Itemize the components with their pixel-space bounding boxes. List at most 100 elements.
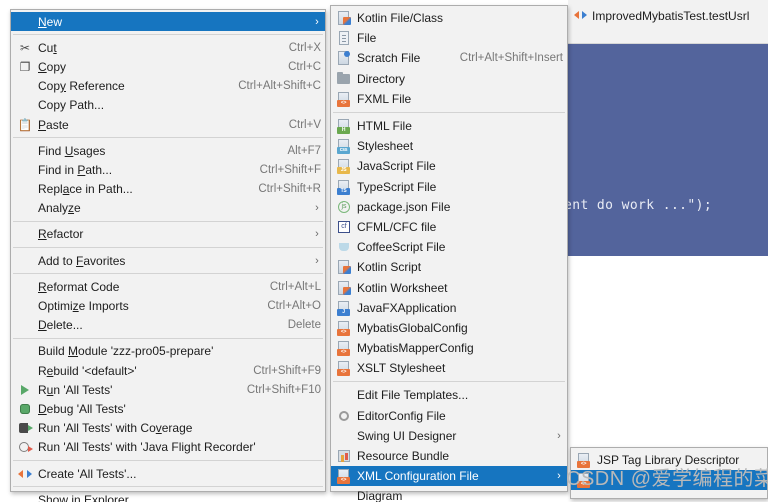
menu-item-label: Kotlin Script: [357, 260, 422, 275]
menu-item-label: File: [357, 31, 377, 46]
menu-item-label: Rebuild '<default>': [38, 363, 137, 378]
new-item-mybatisglobalconfig[interactable]: <> MybatisGlobalConfig: [331, 318, 567, 338]
menu-item-show-in-explorer[interactable]: Show in Explorer: [11, 490, 325, 502]
editor-code-line: ent do work ...");: [564, 198, 713, 213]
new-item-edit-file-templates[interactable]: Edit File Templates...: [331, 385, 567, 405]
menu-item-label: Swing UI Designer: [357, 428, 457, 443]
new-item-typescript-file[interactable]: TS TypeScript File: [331, 177, 567, 197]
menu-item-new[interactable]: New ›: [11, 12, 325, 32]
menu-item-label: Find Usages: [38, 143, 106, 158]
xml-file-icon: <>: [576, 472, 592, 488]
menu-item-label: Edit File Templates...: [357, 388, 469, 403]
new-item-coffeescript-file[interactable]: CoffeeScript File: [331, 237, 567, 257]
menu-separator: [13, 247, 323, 249]
no-icon: [17, 162, 33, 178]
editor-selected-region[interactable]: ent do work ...");: [564, 44, 768, 256]
menu-item-label: Delete...: [38, 318, 83, 333]
menu-item-find-in-path[interactable]: Find in Path... Ctrl+Shift+F: [11, 160, 325, 179]
menu-item-label: Refactor: [38, 227, 84, 242]
menu-item-copy-path[interactable]: Copy Path...: [11, 96, 325, 115]
menu-separator: [13, 486, 323, 488]
run-config-icon: [574, 9, 587, 22]
menu-item-refactor[interactable]: Refactor ›: [11, 225, 325, 244]
new-item-resource-bundle[interactable]: Resource Bundle: [331, 446, 567, 466]
menu-item-shortcut: Ctrl+Alt+L: [269, 280, 321, 293]
menu-item-label: Cut: [38, 40, 57, 55]
no-icon: [17, 253, 33, 269]
menu-item-replace-in-path[interactable]: Replace in Path... Ctrl+Shift+R: [11, 180, 325, 199]
menu-item-label: Copy Path...: [38, 98, 105, 113]
new-item-html-file[interactable]: H HTML File: [331, 116, 567, 136]
new-item-editorconfig-file[interactable]: EditorConfig File: [331, 406, 567, 426]
menu-item-copy[interactable]: ❐ Copy Ctrl+C: [11, 57, 325, 76]
scratch-file-icon: [336, 50, 352, 66]
xml-file-icon: <>: [336, 360, 352, 377]
new-submenu[interactable]: Kotlin File/Class File Scratch File Ctrl+Al…: [330, 5, 568, 502]
xml-item-jsp-tag-library-descriptor[interactable]: <> JSP Tag Library Descriptor: [571, 450, 767, 470]
menu-item-reformat-code[interactable]: Reformat Code Ctrl+Alt+L: [11, 277, 325, 296]
menu-item-label: EditorConfig File: [357, 408, 446, 423]
no-icon: [17, 343, 33, 359]
xml-item-item-1[interactable]: <>: [571, 470, 767, 490]
menu-item-label: New: [38, 14, 63, 29]
menu-item-add-to-favorites[interactable]: Add to Favorites ›: [11, 251, 325, 270]
new-item-kotlin-worksheet[interactable]: Kotlin Worksheet: [331, 277, 567, 297]
new-item-javafxapplication[interactable]: J JavaFXApplication: [331, 298, 567, 318]
xml-configuration-file-submenu[interactable]: <> JSP Tag Library Descriptor <>: [570, 447, 768, 499]
new-item-directory[interactable]: Directory: [331, 69, 567, 89]
no-icon: [17, 279, 33, 295]
no-icon: [17, 298, 33, 314]
menu-item-shortcut: Ctrl+Alt+Shift+C: [238, 80, 321, 93]
new-item-stylesheet[interactable]: css Stylesheet: [331, 136, 567, 156]
menu-item-copy-reference[interactable]: Copy Reference Ctrl+Alt+Shift+C: [11, 77, 325, 96]
kotlin-file-icon: [336, 10, 352, 26]
javafx-icon: J: [336, 300, 352, 316]
new-item-scratch-file[interactable]: Scratch File Ctrl+Alt+Shift+Insert: [331, 48, 567, 68]
clipboard-icon: 📋: [17, 117, 33, 132]
project-context-menu[interactable]: New › ✂ Cut Ctrl+X ❐ Copy Ctrl+C Copy Reference C…: [10, 9, 326, 502]
menu-item-build-module-zzz-pro05-prepare[interactable]: Build Module 'zzz-pro05-prepare': [11, 342, 325, 361]
menu-item-shortcut: Ctrl+C: [288, 60, 321, 73]
new-item-file[interactable]: File: [331, 28, 567, 48]
menu-item-run-all-tests-with-coverage[interactable]: Run 'All Tests' with Coverage: [11, 419, 325, 438]
editor-tab[interactable]: ImprovedMybatisTest.testUsrl: [568, 1, 755, 31]
new-item-swing-ui-designer[interactable]: Swing UI Designer ›: [331, 426, 567, 446]
editor-toolbar-strip: [568, 31, 768, 44]
menu-item-shortcut: Ctrl+Alt+O: [267, 300, 321, 313]
menu-item-delete[interactable]: Delete... Delete: [11, 316, 325, 335]
menu-item-label: Find in Path...: [38, 162, 113, 177]
new-item-package-json-file[interactable]: js package.json File: [331, 197, 567, 217]
chevron-right-icon: ›: [557, 470, 561, 483]
new-item-xml-configuration-file[interactable]: <> XML Configuration File ›: [331, 466, 567, 487]
menu-item-cut[interactable]: ✂ Cut Ctrl+X: [11, 38, 325, 57]
menu-item-paste[interactable]: 📋 Paste Ctrl+V: [11, 115, 325, 134]
menu-item-rebuild-default[interactable]: Rebuild '<default>' Ctrl+Shift+F9: [11, 361, 325, 380]
menu-item-run-all-tests[interactable]: Run 'All Tests' Ctrl+Shift+F10: [11, 380, 325, 399]
menu-separator: [333, 381, 565, 383]
menu-item-label: Show in Explorer: [38, 492, 129, 502]
menu-item-label: Diagram: [357, 489, 403, 502]
menu-item-label: JSP Tag Library Descriptor: [597, 453, 740, 467]
new-item-cfml-cfc-file[interactable]: cf CFML/CFC file: [331, 217, 567, 237]
new-item-javascript-file[interactable]: JS JavaScript File: [331, 156, 567, 176]
coffeescript-icon: [336, 239, 352, 255]
debug-icon: [17, 401, 33, 417]
new-item-mybatismapperconfig[interactable]: <> MybatisMapperConfig: [331, 338, 567, 358]
menu-separator: [13, 273, 323, 275]
menu-item-optimize-imports[interactable]: Optimize Imports Ctrl+Alt+O: [11, 296, 325, 315]
new-item-kotlin-file-class[interactable]: Kotlin File/Class: [331, 8, 567, 28]
menu-item-find-usages[interactable]: Find Usages Alt+F7: [11, 141, 325, 160]
menu-item-analyze[interactable]: Analyze ›: [11, 199, 325, 218]
menu-item-create-all-tests[interactable]: Create 'All Tests'...: [11, 464, 325, 483]
menu-item-label: HTML File: [357, 119, 412, 134]
new-item-kotlin-script[interactable]: Kotlin Script: [331, 257, 567, 277]
menu-item-run-all-tests-with-java-flight-recorder[interactable]: Run 'All Tests' with 'Java Flight Record…: [11, 438, 325, 457]
menu-separator: [13, 220, 323, 222]
menu-item-label: Run 'All Tests' with Coverage: [38, 421, 193, 436]
new-item-xslt-stylesheet[interactable]: <> XSLT Stylesheet: [331, 358, 567, 378]
new-item-diagram[interactable]: Diagram: [331, 486, 567, 502]
no-icon: [17, 181, 33, 197]
menu-item-debug-all-tests[interactable]: Debug 'All Tests': [11, 399, 325, 418]
new-item-fxml-file[interactable]: <> FXML File: [331, 89, 567, 109]
menu-item-shortcut: Ctrl+V: [288, 118, 321, 131]
